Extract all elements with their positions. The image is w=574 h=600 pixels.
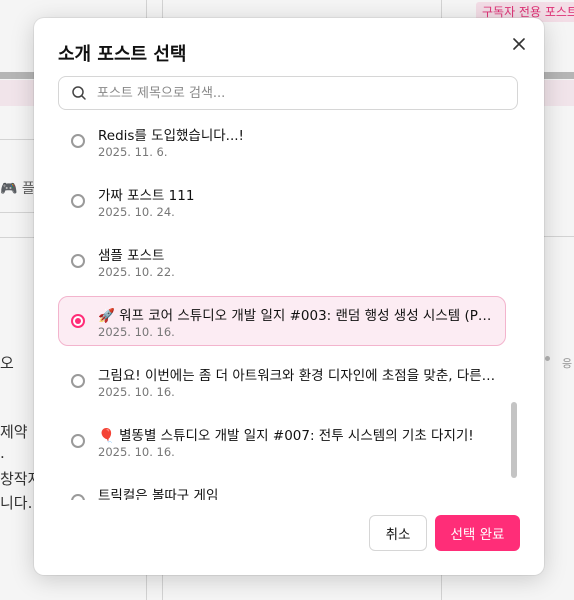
post-title: 🚀 워프 코어 스튜디오 개발 일지 #003: 랜덤 행성 생성 시스템 (P…: [98, 308, 498, 324]
radio-icon[interactable]: [71, 494, 85, 500]
post-title: 🎈 별똥별 스튜디오 개발 일지 #007: 전투 시스템의 기초 다지기!: [98, 428, 474, 444]
post-list-item[interactable]: 그림요! 이번에는 좀 더 아트워크와 환경 디자인에 초점을 맞춘, 다른 분…: [58, 356, 506, 406]
search-box: [58, 76, 518, 110]
search-icon: [71, 85, 87, 101]
select-intro-post-modal: 소개 포스트 선택 Redis를 도입했습니다...!2025. 11. 6. 가…: [34, 18, 544, 575]
post-date: 2025. 10. 16.: [98, 385, 175, 399]
post-list-items: Redis를 도입했습니다...! 2025. 11. 6. 가짜 포스트 111 2…: [58, 128, 506, 500]
post-title: Redis를 도입했습니다...!: [98, 128, 244, 144]
radio-selected-icon[interactable]: [71, 314, 85, 328]
radio-icon[interactable]: [71, 434, 85, 448]
post-title: 그림요! 이번에는 좀 더 아트워크와 환경 디자인에 초점을 맞춘, 다른 분…: [98, 368, 498, 384]
modal-title: 소개 포스트 선택: [58, 44, 187, 65]
post-list-item[interactable]: 🎈 별똥별 스튜디오 개발 일지 #007: 전투 시스템의 기초 다지기! 20…: [58, 416, 506, 466]
radio-icon[interactable]: [71, 374, 85, 388]
scrollbar[interactable]: [509, 128, 519, 500]
post-list-item[interactable]: 트릭컬은 볼따구 게임: [58, 476, 506, 500]
radio-icon[interactable]: [71, 254, 85, 268]
post-date: 2025. 10. 24.: [98, 205, 175, 219]
post-title: 트릭컬은 볼따구 게임: [98, 488, 219, 500]
radio-icon[interactable]: [71, 134, 85, 148]
post-list-item[interactable]: Redis를 도입했습니다...! 2025. 11. 6.: [58, 128, 506, 166]
post-list-item[interactable]: 가짜 포스트 111 2025. 10. 24.: [58, 176, 506, 226]
post-list-item[interactable]: 샘플 포스트 2025. 10. 22.: [58, 236, 506, 286]
post-date: 2025. 11. 6.: [98, 145, 168, 159]
post-date: 2025. 10. 16.: [98, 445, 175, 459]
radio-icon[interactable]: [71, 194, 85, 208]
post-list[interactable]: Redis를 도입했습니다...! 2025. 11. 6. 가짜 포스트 111 2…: [58, 128, 520, 500]
scrollbar-thumb[interactable]: [511, 402, 517, 478]
close-button[interactable]: [508, 33, 530, 55]
search-input[interactable]: [95, 77, 517, 109]
post-list-item[interactable]: 🚀 워프 코어 스튜디오 개발 일지 #003: 랜덤 행성 생성 시스템 (P…: [58, 296, 506, 346]
post-title: 샘플 포스트: [98, 248, 165, 264]
cancel-button[interactable]: 취소: [369, 515, 427, 551]
post-date: 2025. 10. 22.: [98, 265, 175, 279]
confirm-selection-button[interactable]: 선택 완료: [435, 515, 520, 551]
post-title: 가짜 포스트 111: [98, 188, 195, 204]
post-date: 2025. 10. 16.: [98, 325, 175, 339]
close-icon: [513, 38, 525, 50]
